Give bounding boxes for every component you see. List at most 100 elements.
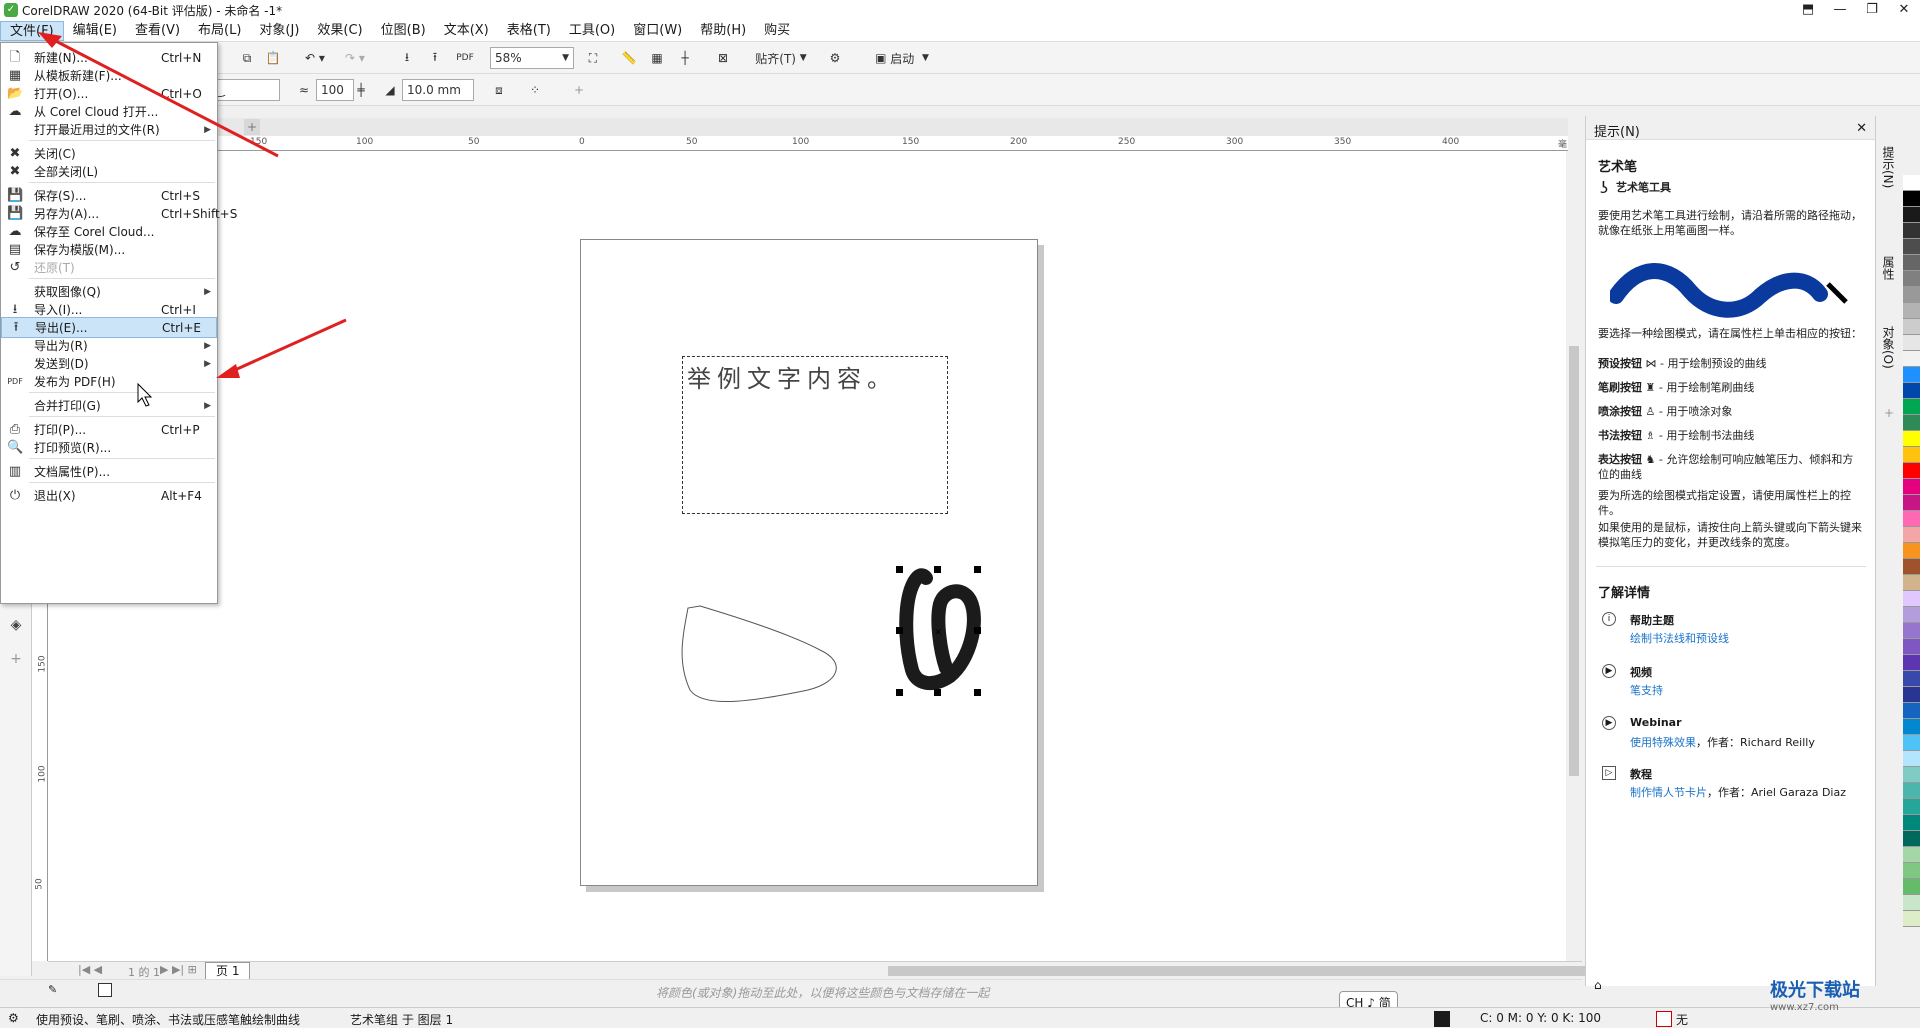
stroke-width-field[interactable]: 10.0 mm	[402, 79, 474, 101]
palette-swatch[interactable]	[1903, 623, 1920, 639]
preset-stroke-select[interactable]: ‿	[210, 79, 280, 101]
scale-with-object-icon[interactable]: ⧈	[488, 78, 510, 102]
undo-icon[interactable]: ↶ ▾	[300, 46, 330, 70]
palette-swatch[interactable]	[1903, 831, 1920, 847]
file-menu-item[interactable]: 合并打印(G) ▶	[1, 395, 217, 416]
snap-off-icon[interactable]: ⊠	[712, 46, 734, 70]
page-nav-next[interactable]: ▶ ▶| ⊞	[160, 963, 197, 976]
palette-swatch[interactable]	[1903, 447, 1920, 463]
ref-tutorial-link[interactable]: 制作情人节卡片	[1630, 786, 1707, 799]
color-palette[interactable]	[1903, 175, 1920, 955]
palette-swatch[interactable]	[1903, 607, 1920, 623]
file-menu-item[interactable]: ✖ 全部关闭(L)	[1, 161, 217, 182]
palette-swatch[interactable]	[1903, 319, 1920, 335]
palette-swatch[interactable]	[1903, 367, 1920, 383]
import-toolbar-icon[interactable]: ⭳	[396, 46, 418, 70]
maximize-button[interactable]: ❐	[1856, 0, 1888, 20]
no-color-swatch[interactable]	[98, 983, 112, 997]
palette-swatch[interactable]	[1903, 287, 1920, 303]
menu-layout[interactable]: 布局(L)	[189, 21, 250, 41]
paste-icon[interactable]: 📋	[262, 46, 284, 70]
palette-swatch[interactable]	[1903, 703, 1920, 719]
palette-swatch[interactable]	[1903, 783, 1920, 799]
menu-effects[interactable]: 效果(C)	[308, 21, 371, 41]
smoothing-slider-icon[interactable]: ╪	[354, 78, 368, 102]
menu-help[interactable]: 帮助(H)	[691, 21, 755, 41]
page-tab[interactable]: 页 1	[205, 962, 251, 980]
side-tab-hints[interactable]: 提示(N)	[1880, 146, 1897, 188]
bounding-box-icon[interactable]: ⁘	[524, 78, 546, 102]
file-menu-item[interactable]: 🔍 打印预览(R)...	[1, 437, 217, 458]
page-nav-controls[interactable]: |◀ ◀	[78, 963, 102, 976]
vertical-scroll-thumb[interactable]	[1569, 346, 1579, 776]
ref-video-link[interactable]: 笔支持	[1630, 682, 1663, 698]
palette-swatch[interactable]	[1903, 879, 1920, 895]
palette-swatch[interactable]	[1903, 399, 1920, 415]
fill-tool-icon[interactable]: ◈	[5, 614, 27, 636]
new-tab-icon[interactable]: +	[244, 119, 260, 135]
palette-swatch[interactable]	[1903, 687, 1920, 703]
options-gear-icon[interactable]: ⚙	[824, 46, 846, 70]
ref-webinar-link[interactable]: 使用特殊效果	[1630, 736, 1696, 749]
palette-swatch[interactable]	[1903, 207, 1920, 223]
export-toolbar-icon[interactable]: ⭱	[424, 46, 446, 70]
side-tab-objects[interactable]: 对象(O)	[1880, 326, 1897, 369]
home-icon[interactable]: ⌂	[1594, 978, 1602, 992]
palette-swatch[interactable]	[1903, 271, 1920, 287]
palette-swatch[interactable]	[1903, 495, 1920, 511]
eyedropper-icon[interactable]: ✎	[48, 983, 57, 996]
menu-edit[interactable]: 编辑(E)	[64, 21, 126, 41]
palette-swatch[interactable]	[1903, 655, 1920, 671]
menu-tools[interactable]: 工具(O)	[560, 21, 624, 41]
palette-swatch[interactable]	[1903, 559, 1920, 575]
snap-to-dropdown[interactable]: 贴齐(T) ▼	[744, 46, 818, 70]
palette-swatch[interactable]	[1903, 719, 1920, 735]
horizontal-scroll-thumb[interactable]	[888, 966, 1588, 976]
palette-swatch[interactable]	[1903, 335, 1920, 351]
menu-file[interactable]: 文件(F)	[0, 20, 64, 41]
palette-swatch[interactable]	[1903, 303, 1920, 319]
palette-swatch[interactable]	[1903, 223, 1920, 239]
smoothing-field[interactable]: 100	[316, 79, 354, 101]
palette-swatch[interactable]	[1903, 863, 1920, 879]
palette-swatch[interactable]	[1903, 463, 1920, 479]
add-docker-icon[interactable]: +	[1884, 406, 1894, 420]
palette-swatch[interactable]	[1903, 511, 1920, 527]
horizontal-ruler[interactable]: 150 100 50 0 50 100 150 200 250 300 350 …	[48, 136, 1568, 163]
file-menu-item[interactable]: PDF 发布为 PDF(H)	[1, 371, 217, 392]
restore-panel-icon[interactable]: ⬒	[1792, 0, 1824, 20]
palette-swatch[interactable]	[1903, 799, 1920, 815]
file-menu-item[interactable]: ▥ 文档属性(P)...	[1, 461, 217, 482]
palette-swatch[interactable]	[1903, 591, 1920, 607]
palette-swatch[interactable]	[1903, 175, 1920, 191]
palette-swatch[interactable]	[1903, 735, 1920, 751]
redo-icon[interactable]: ↷ ▾	[340, 46, 370, 70]
palette-swatch[interactable]	[1903, 431, 1920, 447]
palette-swatch[interactable]	[1903, 815, 1920, 831]
palette-swatch[interactable]	[1903, 751, 1920, 767]
menu-table[interactable]: 表格(T)	[498, 21, 560, 41]
menu-window[interactable]: 窗口(W)	[624, 21, 691, 41]
palette-swatch[interactable]	[1903, 527, 1920, 543]
grid-icon[interactable]: ▦	[646, 46, 668, 70]
paragraph-text-frame[interactable]: 举例文字内容。	[682, 356, 948, 514]
palette-swatch[interactable]	[1903, 415, 1920, 431]
palette-swatch[interactable]	[1903, 895, 1920, 911]
docker-close-icon[interactable]: ✕	[1856, 121, 1867, 136]
palette-swatch[interactable]	[1903, 479, 1920, 495]
file-menu-item[interactable]: ⏻ 退出(X) Alt+F4	[1, 485, 217, 506]
palette-swatch[interactable]	[1903, 383, 1920, 399]
document-page[interactable]	[580, 239, 1038, 886]
palette-swatch[interactable]	[1903, 543, 1920, 559]
vertical-scrollbar[interactable]	[1566, 151, 1582, 961]
palette-swatch[interactable]	[1903, 639, 1920, 655]
full-screen-icon[interactable]: ⛶	[582, 46, 604, 70]
menu-buy[interactable]: 购买	[755, 21, 799, 41]
add-tool-icon[interactable]: +	[5, 648, 27, 670]
menu-text[interactable]: 文本(X)	[435, 21, 498, 41]
publish-pdf-icon[interactable]: PDF	[452, 46, 478, 70]
palette-swatch[interactable]	[1903, 239, 1920, 255]
copy-icon[interactable]: ⧉	[236, 46, 258, 70]
file-menu-item[interactable]: 打开最近用过的文件(R) ▶	[1, 119, 217, 140]
palette-swatch[interactable]	[1903, 767, 1920, 783]
